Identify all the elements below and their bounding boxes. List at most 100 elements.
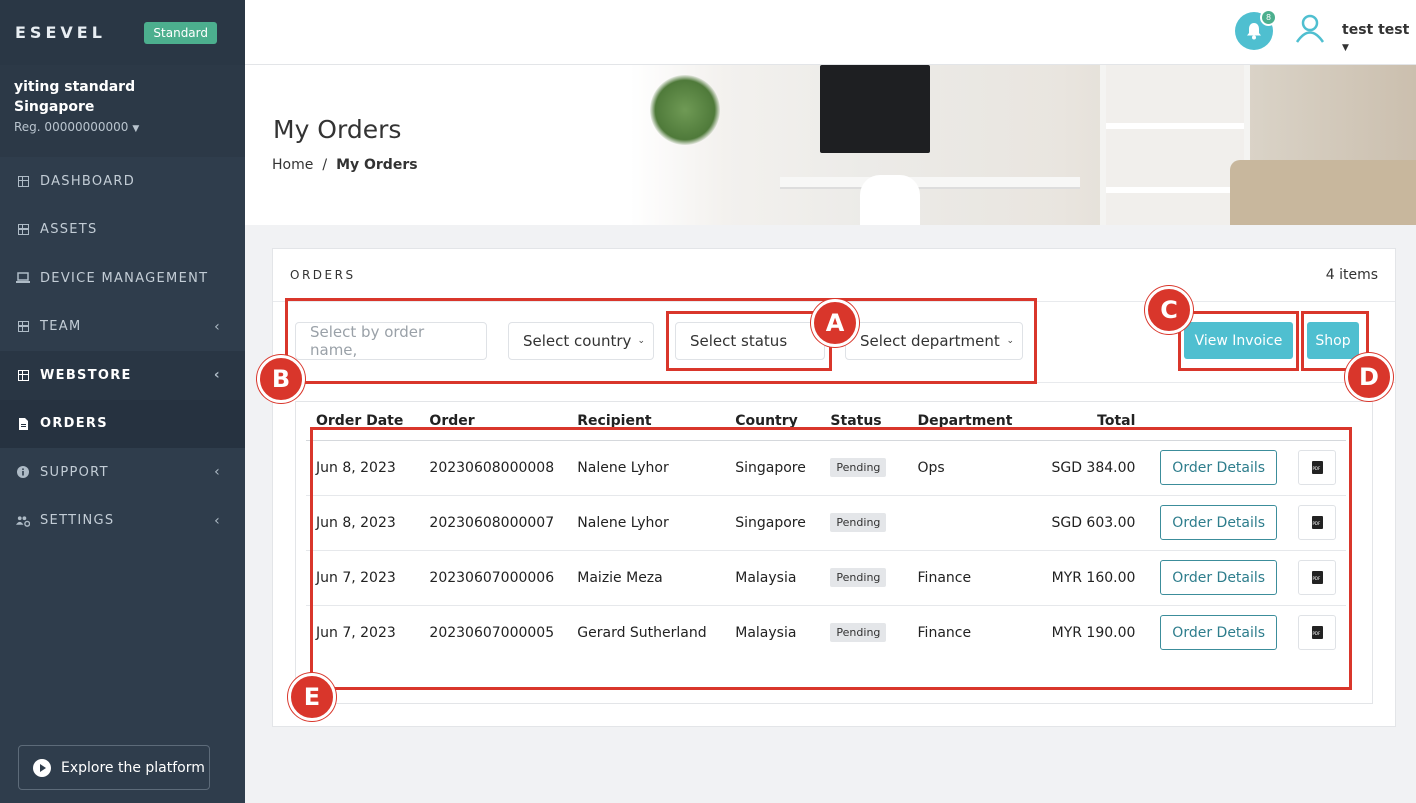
cell-order-date: Jun 8, 2023: [306, 495, 420, 551]
download-pdf-button[interactable]: [1298, 450, 1336, 485]
cell-order-number: 20230607000005: [429, 624, 555, 641]
user-avatar-icon[interactable]: [1295, 13, 1325, 43]
column-header-order[interactable]: Order: [419, 402, 568, 441]
cell-recipient: Maizie Meza: [567, 550, 726, 606]
column-header-country[interactable]: Country: [725, 402, 821, 441]
sidebar-item-dashboard[interactable]: DASHBOARD: [0, 157, 245, 206]
column-header-recipient[interactable]: Recipient: [567, 402, 726, 441]
divider: [273, 382, 1395, 383]
sidebar-item-label: SETTINGS: [40, 513, 115, 529]
sidebar-item-support[interactable]: SUPPORT ‹: [0, 448, 245, 497]
breadcrumb-separator: /: [322, 157, 328, 173]
shop-button[interactable]: Shop: [1307, 322, 1359, 359]
column-header-order-date[interactable]: Order Date: [306, 402, 420, 441]
explore-platform-button[interactable]: Explore the platform: [18, 745, 210, 790]
breadcrumb-current: My Orders: [336, 157, 418, 173]
order-details-button[interactable]: Order Details: [1160, 505, 1278, 540]
grid-icon: [16, 223, 30, 237]
sidebar: ESEVEL Standard yiting standard Singapor…: [0, 0, 245, 803]
cell-country: Malaysia: [725, 550, 821, 606]
cell-actions: Order Details: [1145, 550, 1288, 606]
cell-recipient: Nalene Lyhor: [567, 440, 726, 496]
sidebar-item-label: DASHBOARD: [40, 173, 136, 189]
order-details-button[interactable]: Order Details: [1160, 450, 1278, 485]
download-pdf-button[interactable]: [1298, 505, 1336, 540]
plan-badge: Standard: [144, 21, 217, 44]
cell-pdf: [1287, 440, 1346, 496]
cell-department: Finance: [917, 624, 972, 641]
order-search-input[interactable]: Select by order name,: [295, 322, 487, 360]
cell-order-number: 20230608000007: [419, 495, 568, 551]
view-invoice-button[interactable]: View Invoice: [1184, 322, 1293, 359]
table-row: Jun 7, 2023 20230607000005 Gerard Suther…: [306, 605, 1346, 660]
table-row: Jun 7, 2023 20230607000006 Maizie Meza M…: [306, 550, 1346, 606]
sidebar-item-settings[interactable]: SETTINGS ‹: [0, 497, 245, 546]
order-details-button[interactable]: Order Details: [1160, 560, 1278, 595]
caret-down-icon: ▼: [1342, 43, 1349, 53]
sidebar-item-label: TEAM: [40, 319, 82, 335]
column-header-total[interactable]: Total: [1023, 402, 1146, 441]
table-row: Jun 8, 2023 20230608000007 Nalene Lyhor …: [306, 495, 1346, 551]
sidebar-item-label: WEBSTORE: [40, 367, 132, 383]
account-reg[interactable]: Reg. 00000000000 ▼: [14, 120, 231, 134]
breadcrumb-home[interactable]: Home: [272, 157, 313, 173]
cell-actions: Order Details: [1145, 605, 1287, 660]
table-row: Jun 8, 2023 20230608000008 Nalene Lyhor …: [306, 440, 1346, 496]
column-header-status[interactable]: Status: [820, 402, 908, 441]
annotation-marker-b: B: [257, 355, 305, 403]
column-header-department[interactable]: Department: [907, 402, 1024, 441]
download-pdf-button[interactable]: [1298, 615, 1336, 651]
download-pdf-button[interactable]: [1298, 560, 1336, 595]
cell-country: Malaysia: [735, 624, 797, 641]
status-badge: Pending: [830, 568, 887, 587]
annotation-marker-e: E: [288, 673, 336, 721]
play-icon: [33, 758, 51, 777]
pdf-file-icon: [1311, 516, 1323, 529]
annotation-marker-d: D: [1345, 353, 1393, 401]
cell-department: Ops: [907, 440, 1024, 496]
cell-total: MYR 190.00: [1051, 624, 1136, 641]
cell-actions: Order Details: [1145, 440, 1288, 496]
department-select[interactable]: Select department ⌄: [845, 322, 1023, 360]
country-select[interactable]: Select country ⌄: [508, 322, 654, 360]
chevron-down-icon: ⌄: [1006, 336, 1014, 346]
status-badge: Pending: [830, 458, 887, 477]
orders-table: Order Date Order Recipient Country Statu…: [306, 402, 1346, 660]
sidebar-item-assets[interactable]: ASSETS: [0, 206, 245, 255]
sidebar-item-orders[interactable]: ORDERS: [0, 399, 245, 448]
pdf-file-icon: [1311, 626, 1323, 640]
order-details-button[interactable]: Order Details: [1160, 615, 1278, 651]
sidebar-item-label: ORDERS: [40, 416, 108, 432]
annotation-marker-c: C: [1145, 286, 1193, 334]
grid-icon: [16, 368, 30, 382]
orders-title: ORDERS: [290, 268, 356, 282]
sidebar-item-team[interactable]: TEAM ‹: [0, 303, 245, 352]
cell-recipient: Gerard Sutherland: [577, 624, 707, 641]
office-banner-image: [630, 65, 1416, 225]
sidebar-item-webstore[interactable]: WEBSTORE ‹: [0, 351, 245, 400]
annotation-marker-a: A: [811, 299, 859, 347]
user-menu[interactable]: test test ▼: [1342, 22, 1416, 54]
pdf-file-icon: [1311, 571, 1323, 584]
user-name-label: test test: [1342, 22, 1410, 38]
orders-table-container: Order Date Order Recipient Country Statu…: [295, 401, 1373, 704]
users-gear-icon: [16, 514, 30, 528]
brand-logo[interactable]: ESEVEL: [15, 23, 106, 42]
country-select-value: Select country: [523, 332, 632, 350]
status-select[interactable]: Select status: [675, 322, 825, 360]
chevron-left-icon: ‹: [214, 318, 221, 335]
cell-recipient: Nalene Lyhor: [567, 495, 726, 551]
cell-department: [907, 495, 1024, 551]
cell-order-date: Jun 8, 2023: [306, 440, 420, 496]
cell-status: Pending: [820, 550, 908, 606]
cell-status: Pending: [820, 440, 908, 496]
grid-icon: [16, 174, 30, 188]
chevron-left-icon: ‹: [214, 464, 221, 481]
top-bar: 8 test test ▼: [245, 0, 1416, 65]
cell-pdf: [1287, 495, 1346, 551]
orders-count: 4 items: [1325, 267, 1378, 283]
sidebar-item-device-management[interactable]: DEVICE MANAGEMENT: [0, 254, 245, 303]
sidebar-item-label: SUPPORT: [40, 464, 109, 480]
cell-order-date: Jun 7, 2023: [316, 624, 396, 641]
account-switcher[interactable]: yiting standard Singapore Reg. 000000000…: [0, 65, 245, 157]
